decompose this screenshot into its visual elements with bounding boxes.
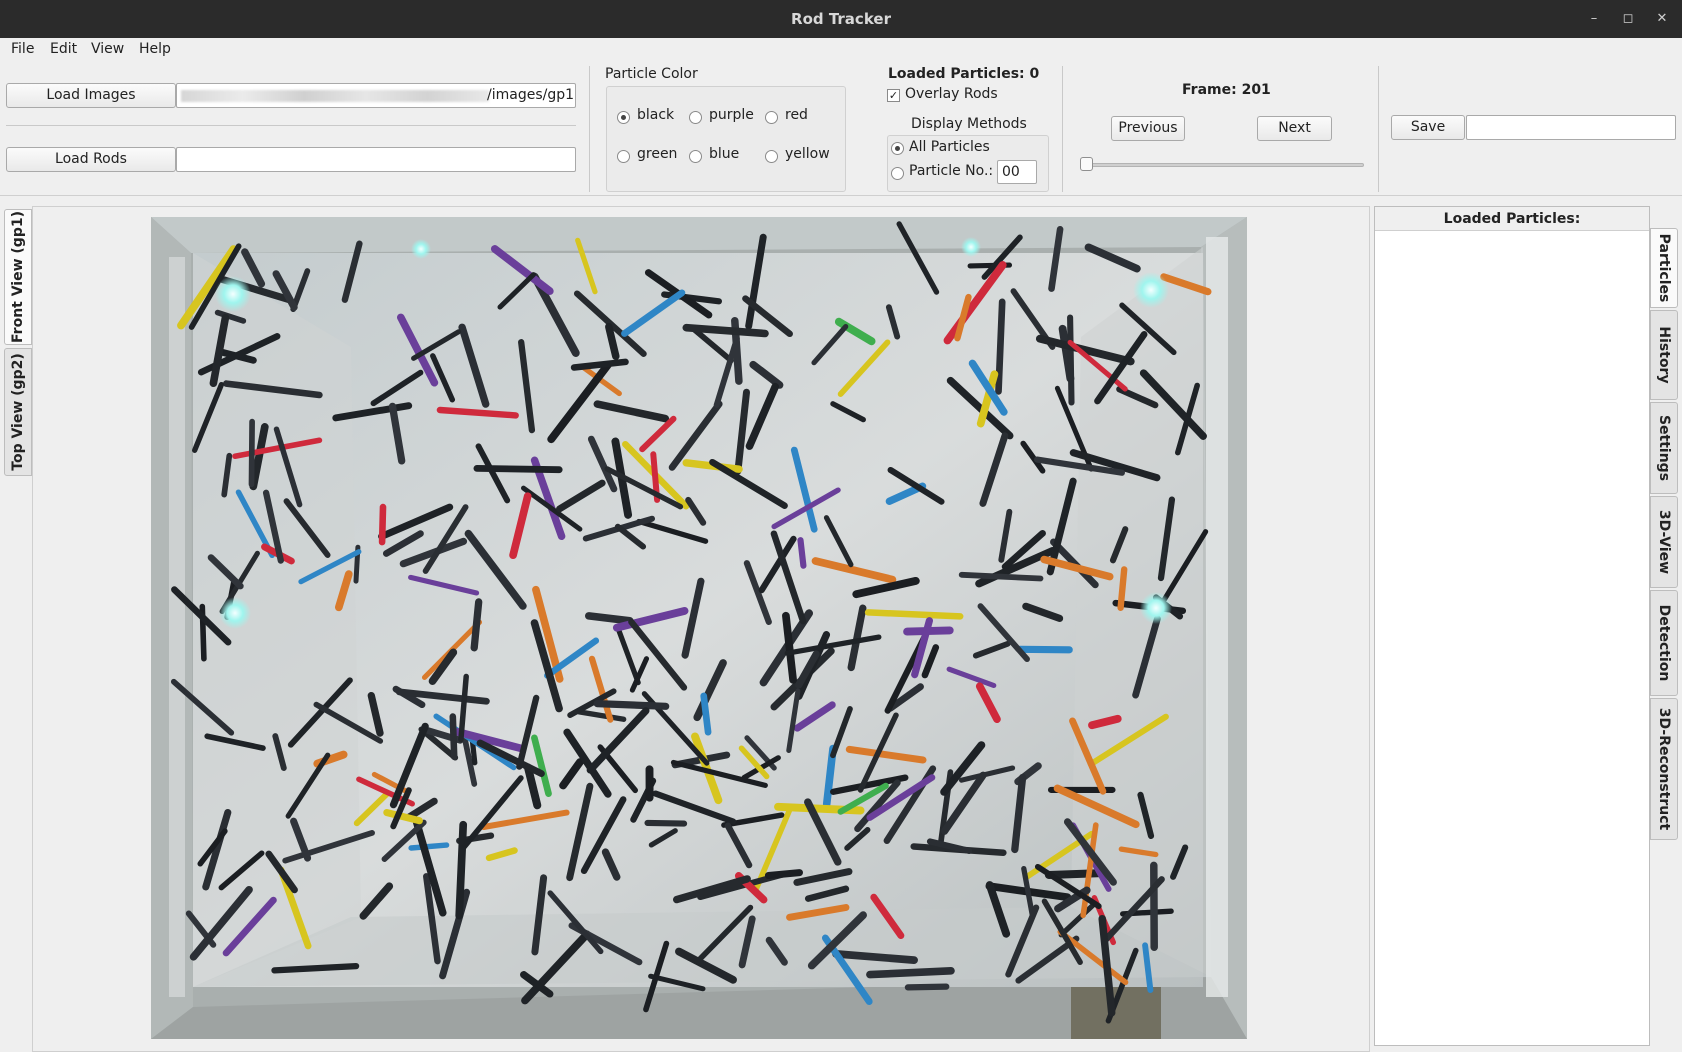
images-path-text: /images/gp1 (487, 87, 575, 103)
menu-view[interactable]: View (91, 41, 124, 57)
rod (1016, 645, 1073, 654)
rod (1044, 869, 1109, 879)
radio-green-label: green (637, 146, 678, 162)
radio-yellow-label: yellow (785, 146, 830, 162)
divider (1062, 66, 1063, 192)
radio-black-label: black (637, 107, 675, 123)
radio-black[interactable] (617, 111, 630, 124)
particle-color-group: black purple red green blue yellow (606, 86, 846, 192)
rod (455, 820, 468, 920)
rod (1067, 314, 1075, 406)
rod (593, 700, 670, 710)
radio-red-label: red (785, 107, 808, 123)
divider (6, 125, 576, 126)
radio-purple-label: purple (709, 107, 754, 123)
frame-slider-track[interactable] (1080, 163, 1364, 167)
menu-bar: File Edit View Help (0, 38, 1682, 62)
menu-file[interactable]: File (11, 41, 34, 57)
rod (408, 842, 450, 851)
rod (1117, 566, 1128, 611)
rod (378, 503, 387, 546)
rod (866, 966, 955, 979)
title-bar: Rod Tracker – ◻ ✕ (0, 0, 1682, 38)
rods-path-field[interactable] (176, 147, 576, 172)
radio-yellow[interactable] (765, 150, 778, 163)
tab-top-view-label: Top View (gp2) (10, 353, 26, 471)
loaded-particles-panel: Loaded Particles: (1374, 206, 1650, 1046)
tab-detection-label: Detection (1656, 604, 1672, 682)
load-images-button[interactable]: Load Images (6, 83, 176, 108)
particle-no-input[interactable]: 00 (997, 160, 1037, 184)
rod (700, 692, 712, 736)
rod (248, 418, 255, 488)
rod (449, 713, 458, 761)
loaded-particles-header: Loaded Particles: (1375, 207, 1649, 231)
tab-3d-reconstruct[interactable]: 3D-Reconstruct (1650, 698, 1678, 840)
divider (1378, 66, 1379, 192)
frame-label: Frame: 201 (1182, 82, 1271, 98)
tab-settings[interactable]: Settings (1650, 402, 1678, 494)
divider (589, 66, 590, 192)
camera-image[interactable] (151, 217, 1247, 1039)
particle-no-label: Particle No.: (909, 163, 994, 179)
tab-front-view[interactable]: Front View (gp1) (4, 209, 32, 345)
rod (995, 298, 1006, 395)
radio-red[interactable] (765, 111, 778, 124)
blurred-path (181, 90, 489, 102)
next-button[interactable]: Next (1257, 116, 1332, 141)
tab-particles[interactable]: Particles (1650, 228, 1678, 308)
overlay-rods-checkbox[interactable]: ✓ (887, 89, 900, 102)
display-methods-group: All Particles Particle No.: 00 (887, 135, 1049, 192)
control-panel: Load Images /images/gp1 Load Rods Partic… (0, 62, 1682, 196)
menu-help[interactable]: Help (139, 41, 171, 57)
rod (470, 598, 483, 652)
save-path-field[interactable] (1466, 115, 1676, 140)
rod (864, 609, 964, 620)
particle-color-title: Particle Color (605, 66, 698, 82)
rod (473, 464, 563, 474)
tab-top-view[interactable]: Top View (gp2) (4, 348, 32, 476)
rod (958, 571, 1044, 582)
rod (904, 983, 950, 991)
rod (584, 612, 634, 625)
tab-settings-label: Settings (1656, 414, 1672, 482)
save-button[interactable]: Save (1391, 115, 1465, 140)
rod (644, 819, 688, 827)
all-particles-label: All Particles (909, 139, 990, 155)
tab-3d-view-label: 3D-View (1656, 509, 1672, 575)
previous-button[interactable]: Previous (1111, 116, 1185, 141)
tab-history[interactable]: History (1650, 310, 1678, 400)
display-methods-title: Display Methods (911, 116, 1027, 132)
overlay-rods-label: Overlay Rods (905, 86, 998, 102)
rod (764, 869, 803, 879)
tab-history-label: History (1656, 326, 1672, 384)
tab-3d-reconstruct-label: 3D-Reconstruct (1656, 707, 1672, 831)
rod (271, 962, 360, 974)
menu-edit[interactable]: Edit (50, 41, 77, 57)
maximize-icon[interactable]: ◻ (1617, 8, 1639, 30)
close-icon[interactable]: ✕ (1651, 8, 1673, 30)
frame-slider-handle[interactable] (1080, 157, 1093, 171)
radio-particle-no[interactable] (891, 167, 904, 180)
tab-front-view-label: Front View (gp1) (10, 211, 26, 343)
radio-purple[interactable] (689, 111, 702, 124)
radio-green[interactable] (617, 150, 630, 163)
rod (797, 537, 807, 569)
radio-blue[interactable] (689, 150, 702, 163)
load-rods-button[interactable]: Load Rods (6, 147, 176, 172)
window-title: Rod Tracker (791, 10, 891, 28)
minimize-icon[interactable]: – (1583, 8, 1605, 30)
tab-3d-view[interactable]: 3D-View (1650, 496, 1678, 588)
tab-particles-label: Particles (1656, 233, 1672, 303)
rod-image (151, 217, 1247, 1039)
images-path-field[interactable]: /images/gp1 (176, 83, 576, 108)
radio-all-particles[interactable] (891, 142, 904, 155)
radio-blue-label: blue (709, 146, 740, 162)
loaded-particles-count: Loaded Particles: 0 (888, 66, 1040, 82)
tab-detection[interactable]: Detection (1650, 590, 1678, 696)
